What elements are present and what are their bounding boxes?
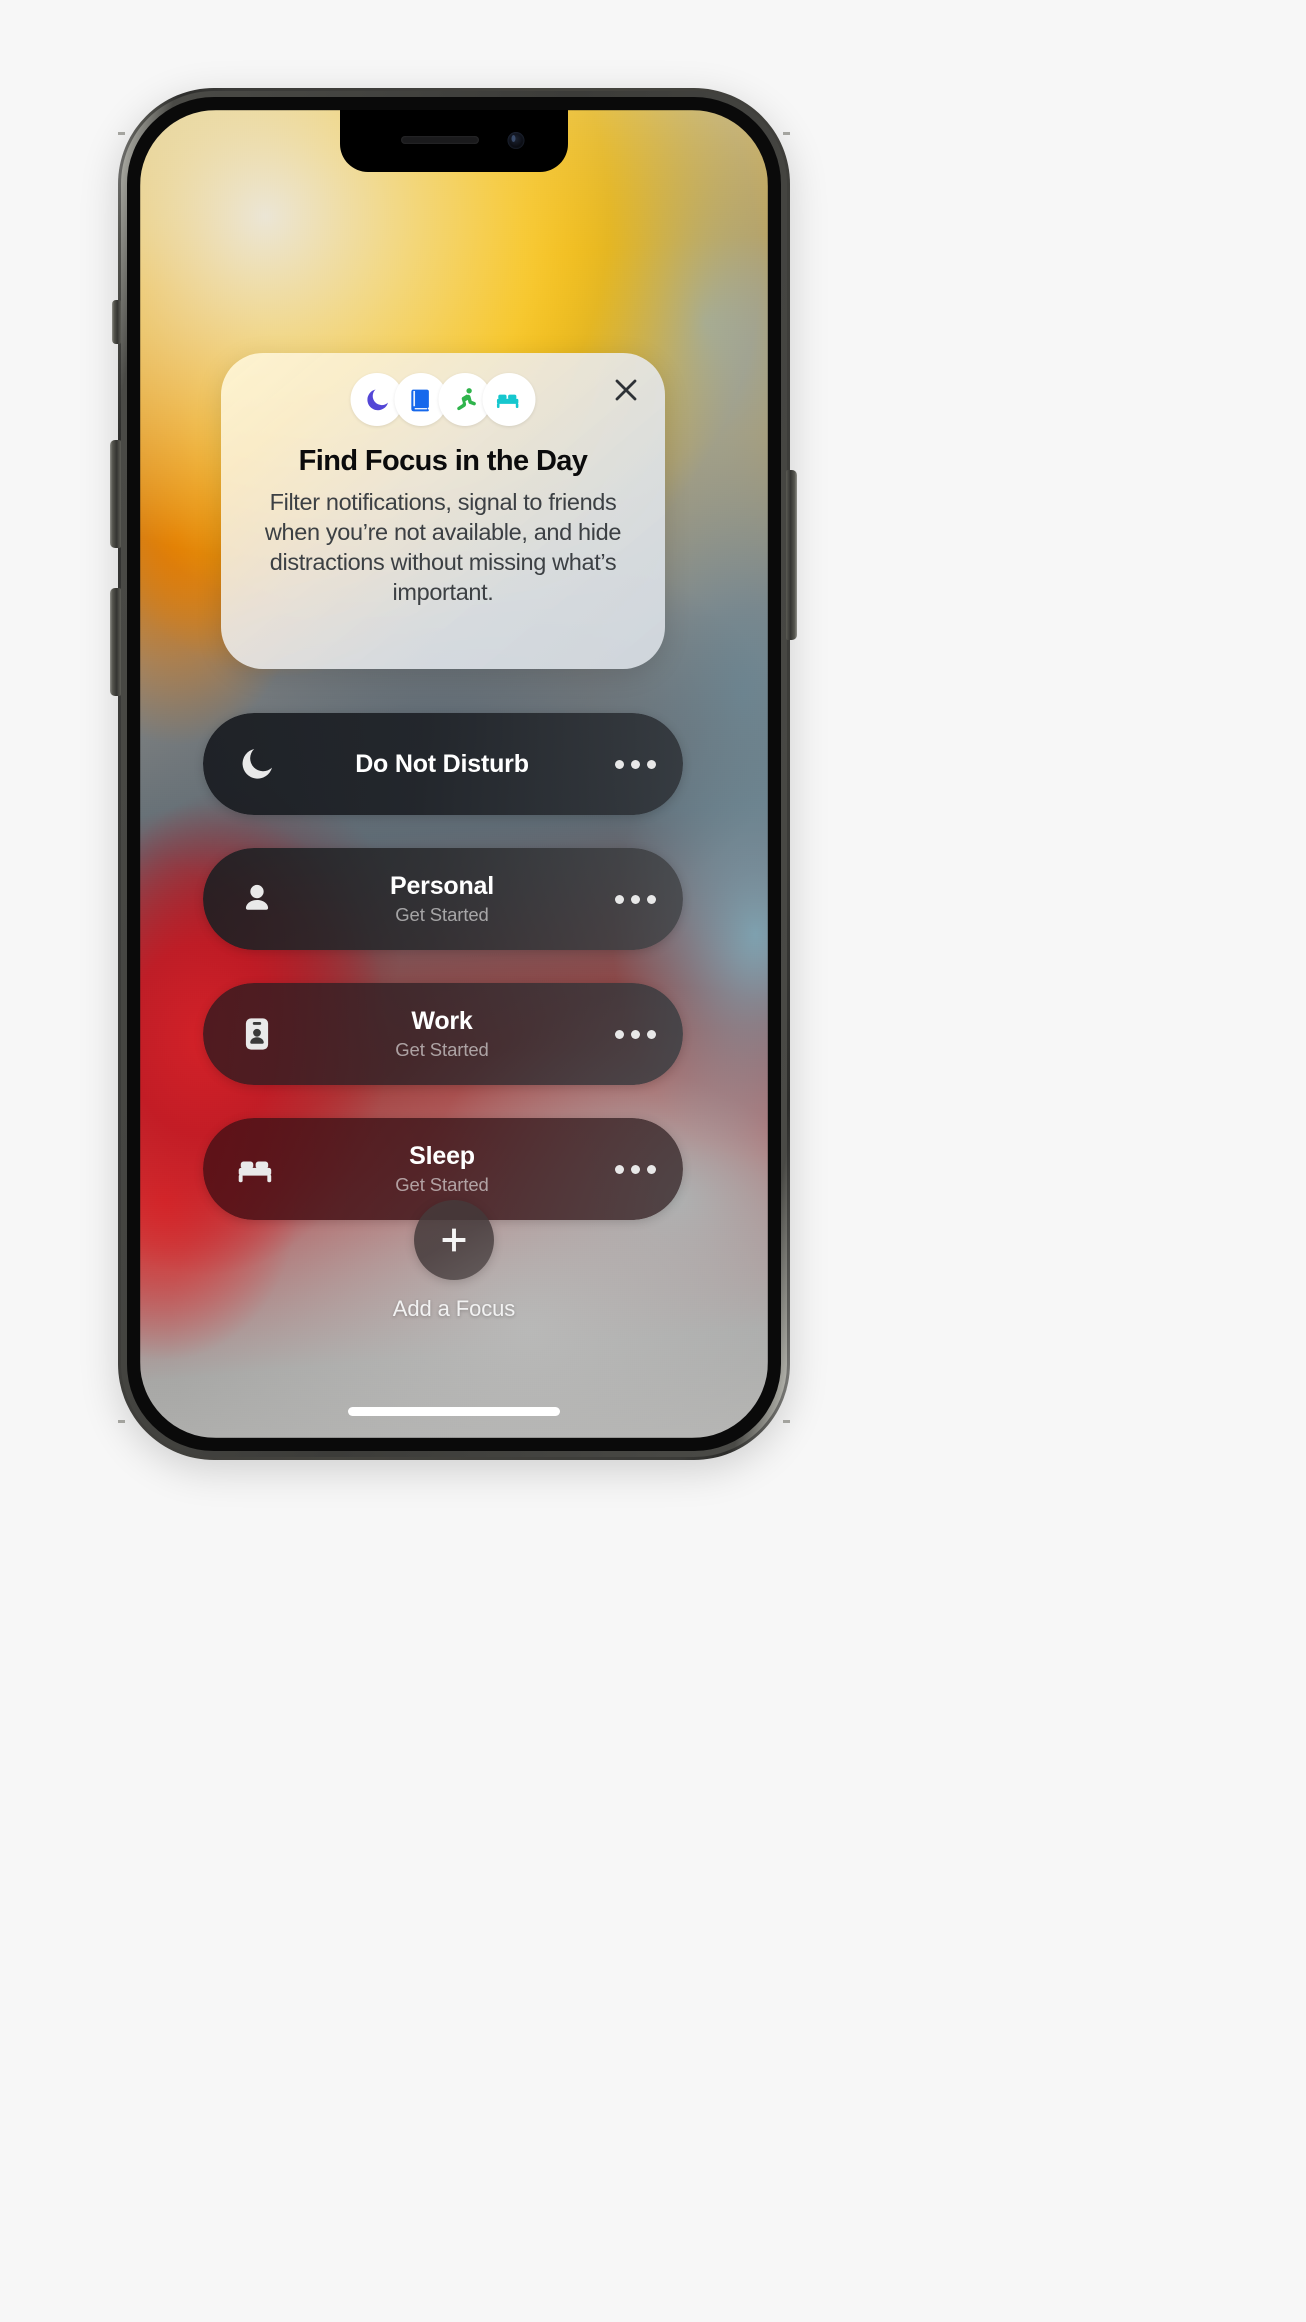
page-title: Find Focus in the Day bbox=[298, 445, 588, 477]
focus-mode-list: Do Not Disturb Personal Get Started Work… bbox=[203, 713, 683, 1253]
focus-row-subtitle: Get Started bbox=[395, 903, 489, 925]
ellipsis-dot bbox=[614, 894, 624, 904]
focus-row-title: Do Not Disturb bbox=[355, 749, 529, 778]
more-options-button[interactable] bbox=[587, 1164, 683, 1174]
plus-icon bbox=[442, 1228, 466, 1252]
home-indicator[interactable] bbox=[348, 1407, 560, 1416]
more-options-button[interactable] bbox=[587, 1029, 683, 1039]
mute-switch-button[interactable] bbox=[112, 300, 121, 344]
antenna-band-bottom-left bbox=[118, 1420, 125, 1423]
promo-description: Filter notifications, signal to friends … bbox=[264, 489, 622, 605]
ellipsis-dot bbox=[630, 759, 640, 769]
ellipsis-dot bbox=[614, 759, 624, 769]
front-camera-icon bbox=[507, 132, 525, 149]
ellipsis-dot bbox=[646, 894, 656, 904]
ellipsis-dot bbox=[630, 1029, 640, 1039]
focus-row-do-not-disturb[interactable]: Do Not Disturb bbox=[203, 713, 683, 815]
ellipsis-dot bbox=[630, 894, 640, 904]
add-focus-label: Add a Focus bbox=[392, 1296, 516, 1321]
add-focus-button[interactable] bbox=[414, 1200, 494, 1280]
row-text-block: Personal Get Started bbox=[311, 872, 587, 926]
moon-icon bbox=[203, 744, 311, 784]
antenna-band-bottom-right bbox=[783, 1420, 790, 1423]
focus-row-title: Personal bbox=[389, 872, 494, 901]
add-focus-section: Add a Focus bbox=[140, 1200, 768, 1322]
person-icon bbox=[203, 880, 311, 918]
antenna-band-top-left bbox=[118, 132, 125, 135]
focus-row-personal[interactable]: Personal Get Started bbox=[203, 848, 683, 950]
more-options-button[interactable] bbox=[587, 759, 683, 769]
close-icon[interactable] bbox=[609, 373, 643, 407]
more-options-button[interactable] bbox=[587, 894, 683, 904]
volume-down-button[interactable] bbox=[110, 440, 121, 548]
row-text-block: Do Not Disturb bbox=[311, 750, 587, 779]
bed-icon bbox=[482, 373, 536, 426]
focus-row-title: Sleep bbox=[409, 1142, 475, 1171]
focus-row-subtitle: Get Started bbox=[395, 1038, 489, 1060]
ellipsis-dot bbox=[630, 1164, 640, 1174]
ellipsis-dot bbox=[646, 759, 656, 769]
focus-row-subtitle: Get Started bbox=[395, 1173, 489, 1195]
antenna-band-top-right bbox=[783, 132, 790, 135]
phone-screen: Find Focus in the Day Filter notificatio… bbox=[140, 110, 768, 1438]
focus-promo-card: Find Focus in the Day Filter notificatio… bbox=[221, 353, 665, 669]
bed-icon bbox=[203, 1147, 311, 1191]
ellipsis-dot bbox=[614, 1164, 624, 1174]
badge-icon bbox=[203, 1016, 311, 1052]
focus-icon-pills bbox=[350, 373, 536, 426]
screenshot-stage: Find Focus in the Day Filter notificatio… bbox=[0, 0, 1306, 2322]
focus-row-title: Work bbox=[411, 1007, 473, 1036]
ellipsis-dot bbox=[646, 1164, 656, 1174]
row-text-block: Sleep Get Started bbox=[311, 1142, 587, 1196]
earpiece-speaker-icon bbox=[401, 136, 479, 144]
volume-up-button[interactable] bbox=[110, 588, 121, 696]
power-side-button[interactable] bbox=[786, 470, 797, 640]
focus-row-work[interactable]: Work Get Started bbox=[203, 983, 683, 1085]
ellipsis-dot bbox=[614, 1029, 624, 1039]
row-text-block: Work Get Started bbox=[311, 1007, 587, 1061]
ellipsis-dot bbox=[646, 1029, 656, 1039]
